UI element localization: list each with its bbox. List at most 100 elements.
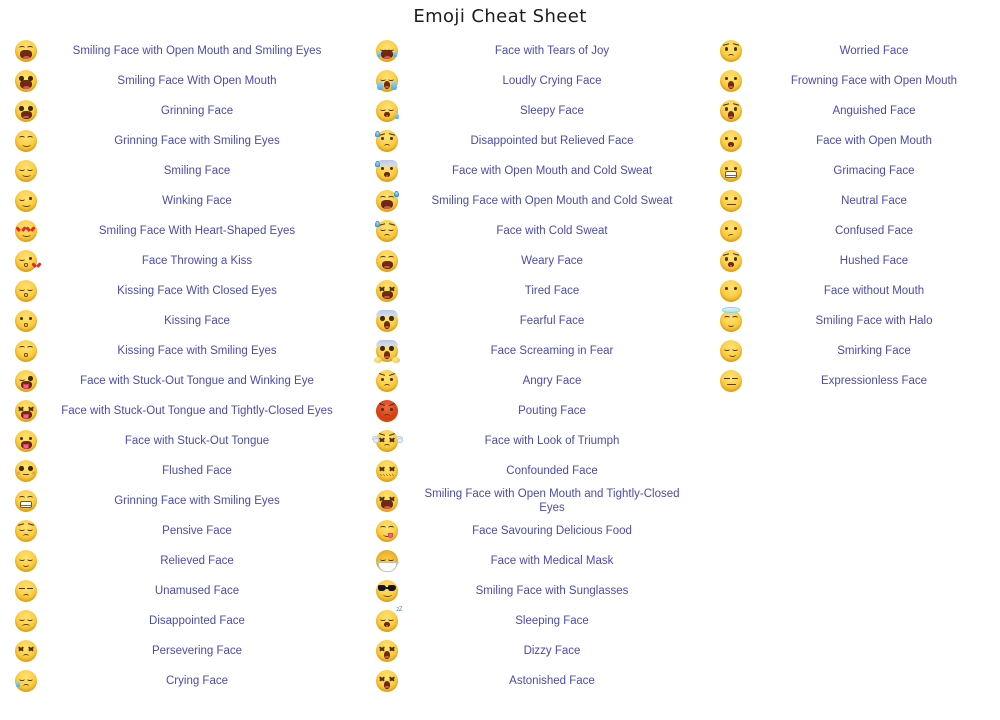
emoji-row[interactable]: Disappointed Face [0,606,360,636]
pensive-face-icon [15,520,37,542]
emoji-row[interactable]: Confused Face [700,216,1000,246]
emoji-cell [0,70,42,92]
emoji-row[interactable]: Face Screaming in Fear [360,336,700,366]
emoji-row[interactable]: Grinning Face with Smiling Eyes [0,126,360,156]
emoji-row[interactable]: Dizzy Face [360,636,700,666]
emoji-name-label: Flushed Face [162,465,232,477]
emoji-name-label: Neutral Face [841,195,907,207]
emoji-row[interactable]: Winking Face [0,186,360,216]
emoji-name-label: Unamused Face [154,585,240,597]
emoji-row[interactable]: Face with Cold Sweat [360,216,700,246]
unamused-face-icon [15,580,37,602]
emoji-column-3: Worried Face Frowning Face with Open Mout… [700,36,1000,396]
emoji-row[interactable]: Pensive Face [0,516,360,546]
emoji-row[interactable]: Anguished Face [700,96,1000,126]
emoji-row[interactable]: Smiling Face with Open Mouth and Cold Sw… [360,186,700,216]
emoji-row[interactable]: Neutral Face [700,186,1000,216]
weary-face-icon [376,250,398,272]
emoji-row[interactable]: Smiling Face [0,156,360,186]
emoji-row[interactable]: Persevering Face [0,636,360,666]
emoji-row[interactable]: Face with Medical Mask [360,546,700,576]
emoji-row[interactable]: Tired Face [360,276,700,306]
emoji-row[interactable]: Face with Stuck-Out Tongue and Winking E… [0,366,360,396]
emoji-cell [0,670,42,692]
sleeping-face-icon: zZ [376,607,402,632]
emoji-cell [0,280,42,302]
emoji-row[interactable]: Smiling Face with Halo [700,306,1000,336]
emoji-cell [360,40,406,62]
emoji-cell [0,520,42,542]
emoji-row[interactable]: Face Savouring Delicious Food [360,516,700,546]
emoji-row[interactable]: Face with Stuck-Out Tongue [0,426,360,456]
emoji-row[interactable]: Expressionless Face [700,366,1000,396]
emoji-row[interactable]: Kissing Face with Smiling Eyes [0,336,360,366]
smiling-face-with-open-mouth-and-tightly-closed-eyes-icon [376,490,398,512]
emoji-cell [360,520,406,542]
emoji-name-label: Sleeping Face [515,615,589,627]
kissing-face-with-closed-eyes-icon [15,280,37,302]
face-with-stuck-out-tongue-and-tightly-closed-eyes-icon [15,400,37,422]
emoji-row[interactable]: Worried Face [700,36,1000,66]
emoji-name-label: Smirking Face [837,345,911,357]
emoji-row[interactable]: Face with Stuck-Out Tongue and Tightly-C… [0,396,360,426]
emoji-row[interactable]: Face Throwing a Kiss [0,246,360,276]
emoji-row[interactable]: Smiling Face With Open Mouth [0,66,360,96]
emoji-name-label: Anguished Face [832,105,916,117]
face-with-open-mouth-icon [720,130,742,152]
emoji-cell [0,190,42,212]
smirking-face-icon [720,340,742,362]
emoji-cell [700,250,748,272]
emoji-row[interactable]: Hushed Face [700,246,1000,276]
relieved-face-icon [15,550,37,572]
emoji-cell [700,220,748,242]
emoji-row[interactable]: Fearful Face [360,306,700,336]
emoji-row[interactable]: Smirking Face [700,336,1000,366]
emoji-row[interactable]: Smiling Face with Sunglasses [360,576,700,606]
emoji-cell [700,70,748,92]
grinning-face-with-smiling-eyes-teeth-icon [15,490,37,512]
disappointed-face-icon [15,610,37,632]
emoji-row[interactable]: Astonished Face [360,666,700,696]
emoji-row[interactable]: Face with Look of Triumph [360,426,700,456]
emoji-cell [360,340,406,363]
emoji-row[interactable]: Relieved Face [0,546,360,576]
emoji-row[interactable]: Smiling Face with Open Mouth and Tightly… [360,486,700,516]
emoji-cell: zZ [360,607,406,632]
emoji-row[interactable]: Disappointed but Relieved Face [360,126,700,156]
emoji-row[interactable]: Unamused Face [0,576,360,606]
emoji-cell [0,460,42,482]
emoji-row[interactable]: Frowning Face with Open Mouth [700,66,1000,96]
emoji-row[interactable]: Face with Open Mouth and Cold Sweat [360,156,700,186]
disappointed-but-relieved-face-icon [375,130,398,152]
emoji-row[interactable]: Grinning Face with Smiling Eyes [0,486,360,516]
emoji-row[interactable]: Grinning Face [0,96,360,126]
emoji-name-label: Kissing Face With Closed Eyes [117,285,277,297]
emoji-row[interactable]: Smiling Face with Open Mouth and Smiling… [0,36,360,66]
emoji-row[interactable]: Pouting Face [360,396,700,426]
emoji-row[interactable]: Angry Face [360,366,700,396]
emoji-row[interactable]: Flushed Face [0,456,360,486]
emoji-row[interactable]: Loudly Crying Face [360,66,700,96]
emoji-row[interactable]: Sleepy Face [360,96,700,126]
emoji-row[interactable]: Grimacing Face [700,156,1000,186]
emoji-name-label: Grinning Face with Smiling Eyes [114,135,280,147]
emoji-row[interactable]: Kissing Face With Closed Eyes [0,276,360,306]
emoji-row[interactable]: Confounded Face [360,456,700,486]
emoji-name-label: Disappointed Face [149,615,245,627]
flushed-face-icon [15,460,37,482]
worried-face-icon [720,40,742,62]
emoji-cell [0,310,42,332]
emoji-name-label: Astonished Face [509,675,595,687]
emoji-row[interactable]: Smiling Face With Heart-Shaped Eyes [0,216,360,246]
emoji-row[interactable]: Face with Tears of Joy [360,36,700,66]
emoji-row[interactable]: zZ Sleeping Face [360,606,700,636]
emoji-row[interactable]: Kissing Face [0,306,360,336]
emoji-cell [700,130,748,152]
emoji-row[interactable]: Face without Mouth [700,276,1000,306]
emoji-row[interactable]: Face with Open Mouth [700,126,1000,156]
emoji-row[interactable]: Weary Face [360,246,700,276]
emoji-name-label: Smiling Face With Open Mouth [117,75,277,87]
emoji-name-label: Face with Stuck-Out Tongue [124,435,270,447]
emoji-row[interactable]: Crying Face [0,666,360,696]
emoji-cell [0,100,42,122]
